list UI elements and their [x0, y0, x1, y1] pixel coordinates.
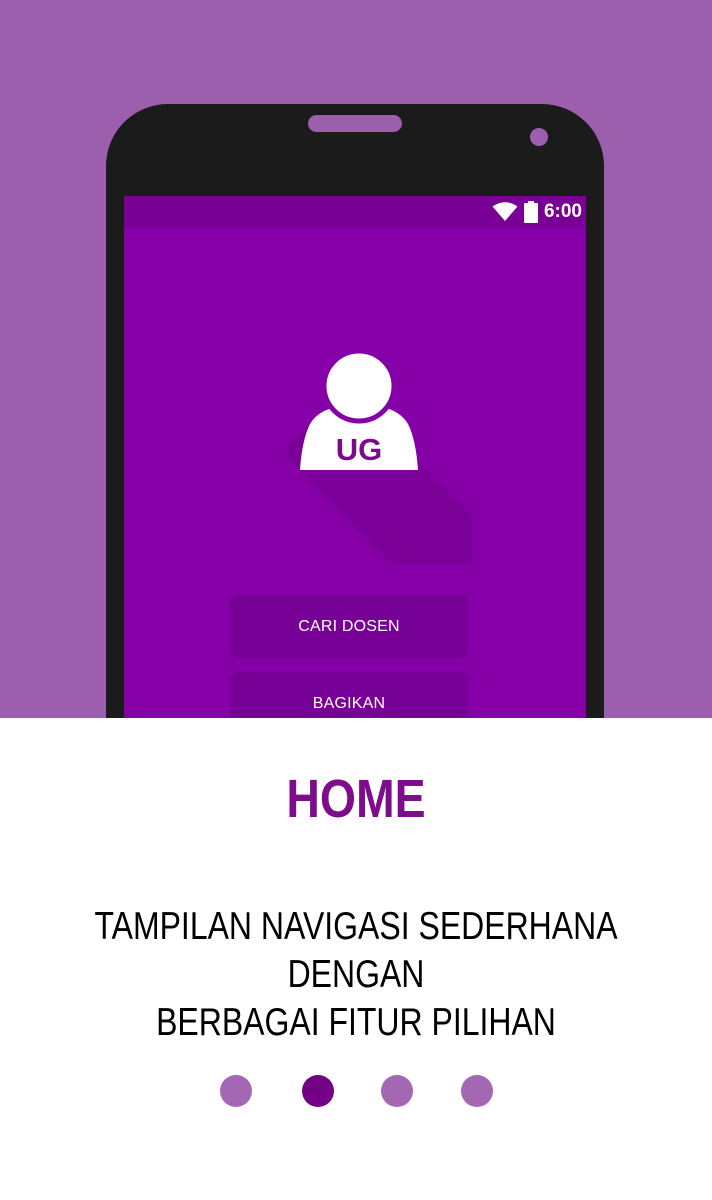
bagikan-button[interactable]: BAGIKAN [230, 672, 468, 718]
page-dot-4[interactable] [461, 1075, 493, 1107]
slide-description: TAMPILAN NAVIGASI SEDERHANA DENGAN BERBA… [94, 905, 618, 1044]
page-dot-3[interactable] [381, 1075, 413, 1107]
app-logo: UG [272, 344, 492, 564]
logo-initials: UG [335, 432, 383, 467]
phone-speaker [308, 115, 402, 132]
phone-camera [530, 128, 548, 146]
battery-icon [523, 201, 538, 223]
cari-dosen-button[interactable]: CARI DOSEN [230, 595, 468, 658]
status-time: 6:00 [543, 201, 582, 222]
status-bar: 6:00 [124, 196, 586, 228]
slide-title: HOME [286, 769, 426, 829]
page-dot-1[interactable] [220, 1075, 252, 1107]
status-icons: 6:00 [492, 200, 582, 224]
phone-mockup: 6:00 UG CARI DOSEN BAGIKAN [106, 104, 604, 718]
wifi-icon [492, 202, 518, 222]
phone-screen: 6:00 UG CARI DOSEN BAGIKAN [124, 196, 586, 718]
page-dot-2[interactable] [302, 1075, 334, 1107]
page-indicator [0, 1075, 712, 1109]
hero-banner: 6:00 UG CARI DOSEN BAGIKAN [0, 0, 712, 718]
